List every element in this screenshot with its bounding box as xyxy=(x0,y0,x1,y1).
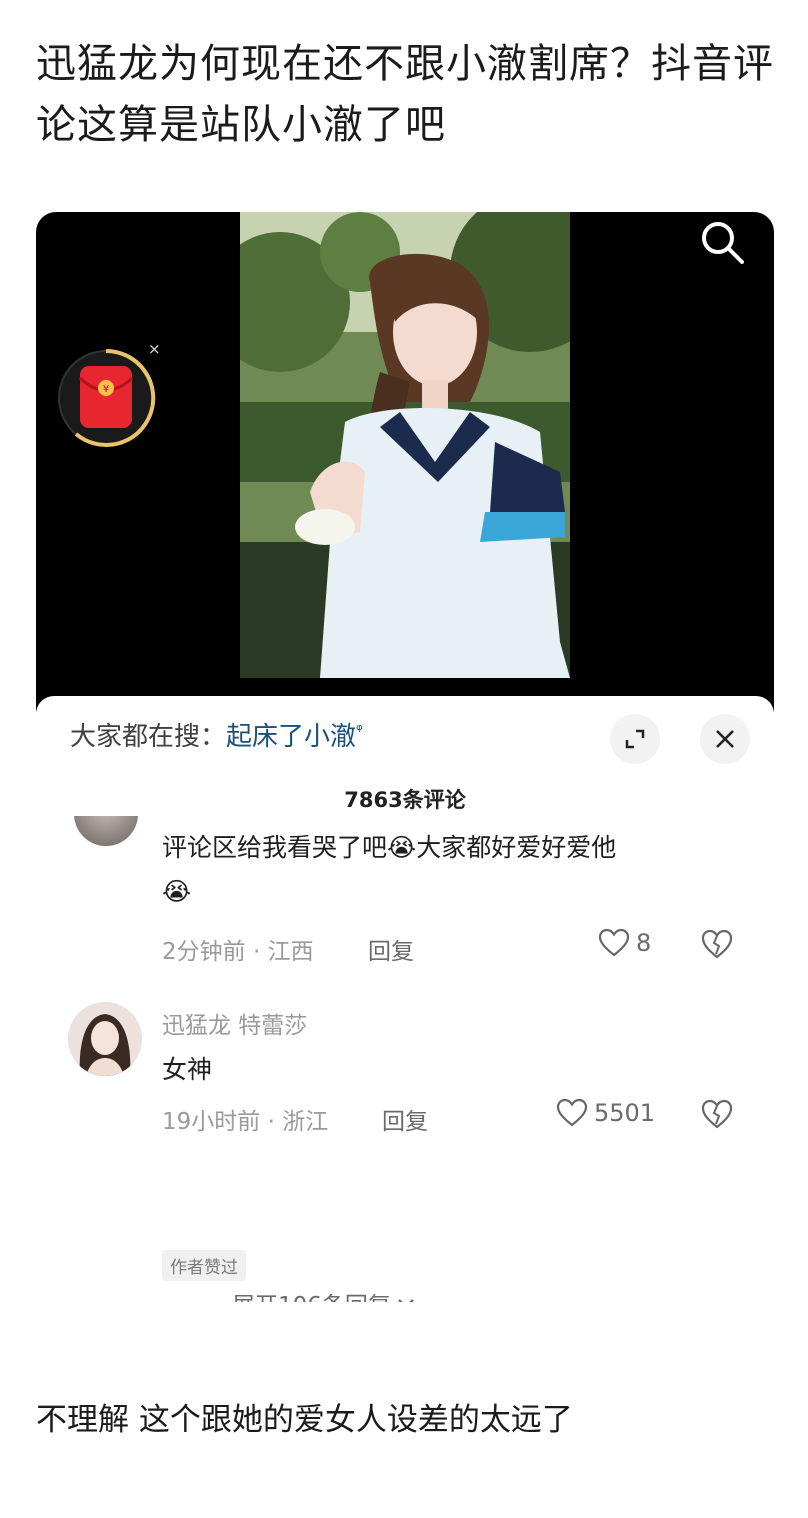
heart-icon xyxy=(556,1098,588,1127)
like-button[interactable]: 5501 xyxy=(556,1098,655,1128)
svg-text:¥: ¥ xyxy=(103,384,109,395)
dislike-button[interactable] xyxy=(700,928,734,964)
comment-count: 7863条评论 xyxy=(344,788,466,812)
comment-sheet: 大家都在搜：起床了小澈ᵠ 7863条评论 评论区给我看哭了吧😭大家都好爱好爱他 … xyxy=(36,696,774,1302)
red-packet-close-icon[interactable]: × xyxy=(148,340,161,358)
comment-text: 女神 xyxy=(162,1055,213,1084)
hot-search-term[interactable]: 起床了小澈 xyxy=(226,722,356,752)
heart-icon xyxy=(598,928,630,957)
like-count: 8 xyxy=(636,929,652,957)
expand-button[interactable] xyxy=(610,714,660,764)
like-button[interactable]: 8 xyxy=(598,928,651,958)
comment-time-location: 2分钟前 · 江西 xyxy=(162,939,314,965)
reply-button[interactable]: 回复 xyxy=(368,932,414,966)
post-page: 迅猛龙为何现在还不跟小澈割席？抖音评论这算是站队小澈了吧 ¥ × 大家都在搜：起… xyxy=(0,0,808,1518)
video-player[interactable]: ¥ × xyxy=(36,212,774,712)
expand-replies-button[interactable]: 展开106条回复 xyxy=(174,1286,417,1302)
comment-text: 评论区给我看哭了吧😭大家都好爱好爱他 xyxy=(162,833,617,862)
like-count: 5501 xyxy=(594,1099,656,1127)
hot-search-suffix-icon: ᵠ xyxy=(356,720,363,740)
comment-username[interactable]: 迅猛龙 特蕾莎 xyxy=(162,1006,307,1040)
screenshot-card: ¥ × 大家都在搜：起床了小澈ᵠ 7863条评论 评论区给我看哭了吧😭大家都好爱… xyxy=(36,212,774,1302)
avatar[interactable] xyxy=(74,816,138,846)
comment-list: 评论区给我看哭了吧😭大家都好爱好爱他 😭 2分钟前 · 江西 回复 8 迅猛龙 … xyxy=(36,816,774,1302)
post-body: 不理解 这个跟她的爱女人设差的太远了 xyxy=(36,1402,573,1438)
red-packet-icon[interactable]: ¥ xyxy=(56,348,156,448)
reply-button[interactable]: 回复 xyxy=(382,1102,428,1136)
hot-search-label: 大家都在搜： xyxy=(70,722,227,752)
expand-icon xyxy=(625,729,645,749)
broken-heart-icon xyxy=(701,1099,733,1129)
comment-time-location: 19小时前 · 浙江 xyxy=(162,1109,329,1135)
chevron-down-icon xyxy=(398,1299,414,1302)
broken-heart-icon xyxy=(701,929,733,959)
hot-search-bar[interactable]: 大家都在搜：起床了小澈ᵠ xyxy=(70,716,363,753)
post-title: 迅猛龙为何现在还不跟小澈割席？抖音评论这算是站队小澈了吧 xyxy=(36,41,774,148)
close-icon xyxy=(716,730,734,748)
close-button[interactable] xyxy=(700,714,750,764)
avatar[interactable] xyxy=(68,1002,142,1076)
video-frame xyxy=(240,212,570,678)
search-icon[interactable] xyxy=(698,218,748,268)
dislike-button[interactable] xyxy=(700,1098,734,1134)
expand-replies-label: 展开106条回复 xyxy=(232,1286,391,1302)
comment-text-emoji: 😭 xyxy=(162,877,192,906)
author-liked-badge: 作者赞过 xyxy=(162,1250,246,1281)
